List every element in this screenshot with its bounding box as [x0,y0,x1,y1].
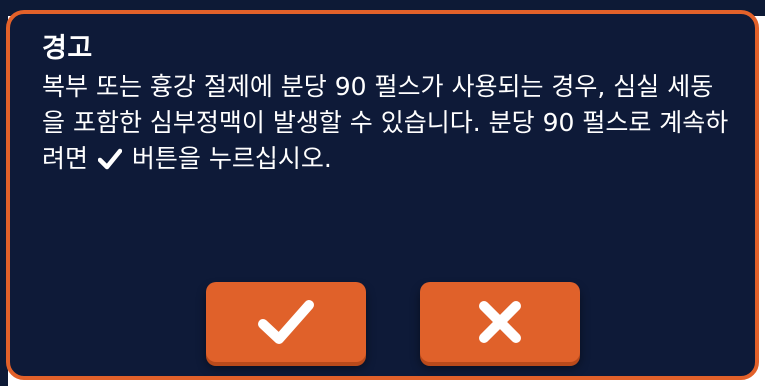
checkmark-icon [257,298,315,346]
warning-dialog: 경고 복부 또는 흉강 절제에 분당 90 펄스가 사용되는 경우, 심실 세동… [6,10,759,380]
dialog-message: 복부 또는 흉강 절제에 분당 90 펄스가 사용되는 경우, 심실 세동을 포… [42,69,732,180]
cancel-button[interactable] [420,282,580,362]
dialog-title: 경고 [42,33,93,64]
close-icon [476,298,524,346]
message-text-end: 버튼을 누르십시오. [131,144,332,173]
confirm-button[interactable] [206,282,366,362]
checkmark-icon [97,144,123,180]
